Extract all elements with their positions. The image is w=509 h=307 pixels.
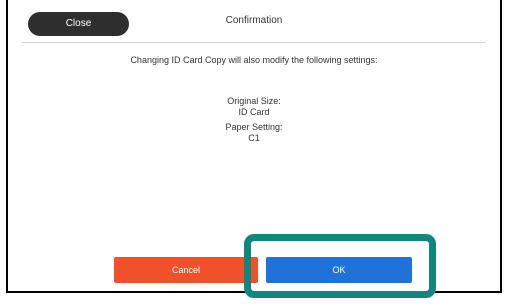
dialog-header: Close Confirmation	[8, 0, 500, 42]
header-divider	[22, 42, 486, 43]
cancel-button[interactable]: Cancel	[114, 257, 258, 283]
dialog-title: Confirmation	[225, 15, 283, 26]
setting-label-original-size: Original Size:	[227, 96, 281, 106]
confirmation-screen: Close Confirmation Changing ID Card Copy…	[6, 0, 502, 293]
setting-value-original-size: ID Card	[238, 107, 270, 117]
ok-button[interactable]: OK	[266, 257, 412, 283]
setting-value-paper-setting: C1	[248, 133, 260, 143]
settings-list: Original Size: ID Card Paper Setting: C1	[8, 96, 500, 144]
confirmation-message: Changing ID Card Copy will also modify t…	[130, 55, 378, 65]
setting-label-paper-setting: Paper Setting:	[225, 122, 283, 132]
